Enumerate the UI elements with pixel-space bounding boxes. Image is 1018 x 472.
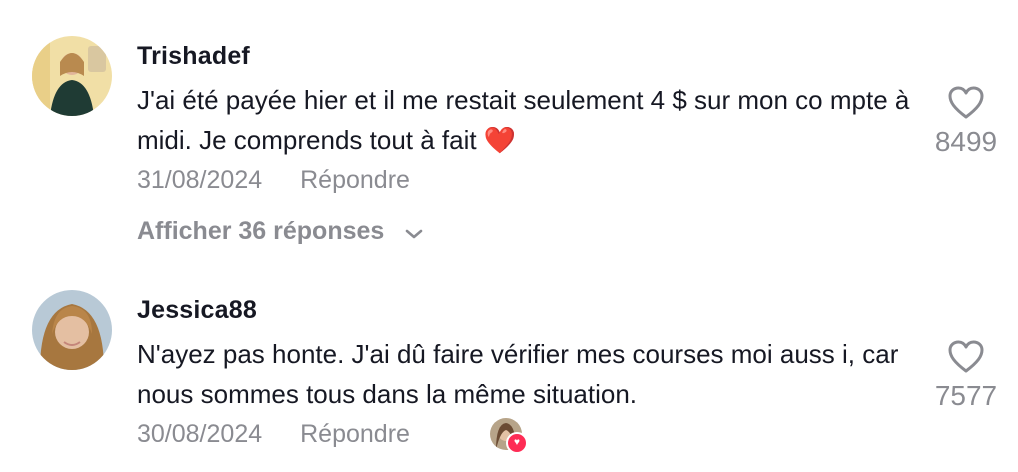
comment-username[interactable]: Jessica88 bbox=[137, 296, 257, 325]
chevron-down-icon bbox=[405, 218, 423, 247]
comment-date: 31/08/2024 bbox=[137, 166, 263, 194]
avatar-image bbox=[32, 290, 112, 370]
like-button[interactable]: 8499 bbox=[921, 86, 1011, 158]
comment-text: J'ai été payée hier et il me restait seu… bbox=[137, 80, 917, 160]
comment-meta: 31/08/2024 Répondre bbox=[137, 166, 410, 195]
like-count: 7577 bbox=[934, 380, 998, 411]
reply-button[interactable]: Répondre bbox=[300, 420, 410, 448]
comment-username[interactable]: Trishadef bbox=[137, 42, 250, 71]
avatar[interactable] bbox=[32, 36, 112, 116]
comment-text: N'ayez pas honte. J'ai dû faire vérifier… bbox=[137, 339, 899, 409]
heart-outline-icon bbox=[948, 340, 984, 373]
comment-text-body: J'ai été payée hier et il me restait seu… bbox=[137, 85, 910, 155]
avatar-image bbox=[32, 36, 112, 116]
comment-date: 30/08/2024 bbox=[137, 420, 263, 448]
view-replies-button[interactable]: Afficher 36 réponses bbox=[137, 217, 423, 247]
comment-meta: 30/08/2024 Répondre bbox=[137, 420, 410, 449]
avatar[interactable] bbox=[32, 290, 112, 370]
view-replies-label: Afficher 36 réponses bbox=[137, 217, 385, 245]
heart-outline-icon bbox=[948, 86, 984, 119]
reply-button[interactable]: Répondre bbox=[300, 166, 410, 194]
like-count: 8499 bbox=[934, 126, 998, 157]
heart-badge-icon: ♥ bbox=[506, 432, 528, 454]
like-button[interactable]: 7577 bbox=[921, 340, 1011, 412]
heart-emoji: ❤️ bbox=[483, 125, 517, 155]
creator-liked-avatar-icon: ♥ bbox=[490, 418, 528, 454]
